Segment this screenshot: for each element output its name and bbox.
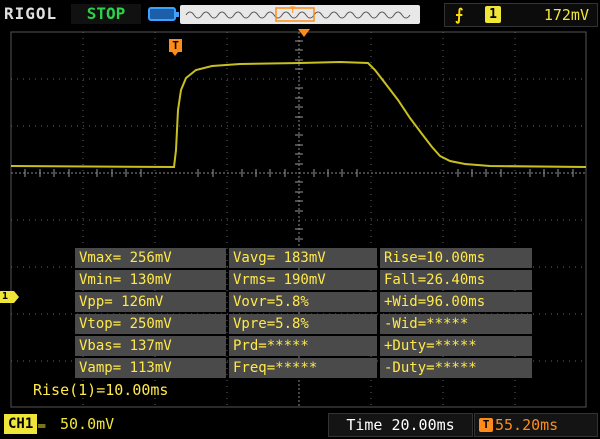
memory-overview-bar: T xyxy=(180,5,420,24)
measurement-row: Vpp= 126mV Vovr=5.8% +Wid=96.00ms xyxy=(75,292,535,312)
channel-1-badge[interactable]: CH1 xyxy=(4,414,38,434)
measurement-vpre: Vpre=5.8% xyxy=(229,314,377,334)
trigger-source-badge: 1 xyxy=(485,6,501,23)
measurement-vovr: Vovr=5.8% xyxy=(229,292,377,312)
measurement-vtop: Vtop= 250mV xyxy=(75,314,226,334)
measurement-vrms: Vrms= 190mV xyxy=(229,270,377,290)
measurement-vbase: Vbas= 137mV xyxy=(75,336,226,356)
trigger-offset-icon: T xyxy=(479,418,493,432)
vertical-scale-value[interactable]: 50.0mV xyxy=(60,415,114,433)
measurement-freq: Freq=***** xyxy=(229,358,377,378)
measurement-neg-width: -Wid=***** xyxy=(380,314,532,334)
measurement-row: Vamp= 113mV Freq=***** -Duty=***** xyxy=(75,358,535,378)
measurement-row: Vtop= 250mV Vpre=5.8% -Wid=***** xyxy=(75,314,535,334)
svg-text:T: T xyxy=(290,6,296,16)
trigger-offset-value: 55.20ms xyxy=(495,416,559,434)
measurement-vavg: Vavg= 183mV xyxy=(229,248,377,268)
measurement-rise: Rise=10.00ms xyxy=(380,248,532,268)
measurement-vmin: Vmin= 130mV xyxy=(75,270,226,290)
measurement-period: Prd=***** xyxy=(229,336,377,356)
trigger-position-arrow-icon[interactable] xyxy=(298,29,310,37)
trigger-settings[interactable]: ⨍ 1 172mV xyxy=(444,3,598,27)
measurement-neg-duty: -Duty=***** xyxy=(380,358,532,378)
top-status-bar: RIGOL STOP T ⨍ 1 172mV xyxy=(0,0,600,28)
measurement-vmax: Vmax= 256mV xyxy=(75,248,226,268)
rise-time-readout: Rise(1)=10.00ms xyxy=(33,381,169,399)
timebase-value[interactable]: Time 20.00ms xyxy=(328,413,473,437)
measurements-panel: Vmax= 256mV Vavg= 183mV Rise=10.00ms Vmi… xyxy=(75,248,535,380)
memory-overview-waveform: T xyxy=(185,6,411,22)
battery-icon xyxy=(148,7,179,21)
trigger-time-marker[interactable]: T xyxy=(169,39,182,56)
rising-edge-icon: ⨍ xyxy=(455,5,464,24)
measurement-pos-duty: +Duty=***** xyxy=(380,336,532,356)
measurement-pos-width: +Wid=96.00ms xyxy=(380,292,532,312)
channel-1-offset-marker[interactable]: 1 xyxy=(0,291,19,303)
run-stop-status[interactable]: STOP xyxy=(71,4,141,24)
bottom-status-bar: CH1 ═ 50.0mV Time 20.00ms T 55.20ms xyxy=(0,410,600,439)
measurement-vpp: Vpp= 126mV xyxy=(75,292,226,312)
dc-coupling-icon: ═ xyxy=(38,419,46,433)
measurement-fall: Fall=26.40ms xyxy=(380,270,532,290)
brand-logo: RIGOL xyxy=(4,4,58,23)
trigger-level-value: 172mV xyxy=(543,6,589,24)
measurement-row: Vmax= 256mV Vavg= 183mV Rise=10.00ms xyxy=(75,248,535,268)
trigger-offset[interactable]: T 55.20ms xyxy=(474,413,598,437)
measurement-row: Vbas= 137mV Prd=***** +Duty=***** xyxy=(75,336,535,356)
measurement-vamp: Vamp= 113mV xyxy=(75,358,226,378)
measurement-row: Vmin= 130mV Vrms= 190mV Fall=26.40ms xyxy=(75,270,535,290)
